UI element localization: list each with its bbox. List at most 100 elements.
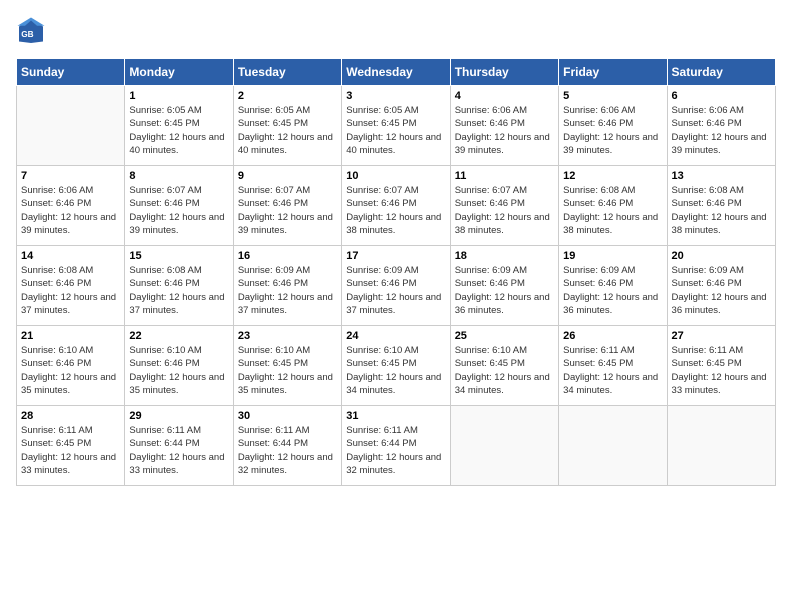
sunset-text: Sunset: 6:46 PM	[672, 197, 771, 210]
calendar-body: 1Sunrise: 6:05 AMSunset: 6:45 PMDaylight…	[17, 86, 776, 486]
sunrise-text: Sunrise: 6:11 AM	[346, 424, 445, 437]
day-info: Sunrise: 6:06 AMSunset: 6:46 PMDaylight:…	[563, 104, 662, 157]
daylight-text: Daylight: 12 hours and 36 minutes.	[455, 291, 554, 318]
day-info: Sunrise: 6:09 AMSunset: 6:46 PMDaylight:…	[238, 264, 337, 317]
daylight-text: Daylight: 12 hours and 38 minutes.	[672, 211, 771, 238]
daylight-text: Daylight: 12 hours and 36 minutes.	[672, 291, 771, 318]
sunset-text: Sunset: 6:44 PM	[129, 437, 228, 450]
calendar-cell: 10 Sunrise: 6:07 AMSunset: 6:46 PMDayligh…	[342, 166, 450, 246]
sunrise-text: Sunrise: 6:07 AM	[129, 184, 228, 197]
calendar-week-2: 7Sunrise: 6:06 AMSunset: 6:46 PMDaylight…	[17, 166, 776, 246]
daylight-text: Daylight: 12 hours and 33 minutes.	[129, 451, 228, 478]
calendar-cell: 29 Sunrise: 6:11 AMSunset: 6:44 PMDayligh…	[125, 406, 233, 486]
day-info: Sunrise: 6:10 AMSunset: 6:45 PMDaylight:…	[346, 344, 445, 397]
sunrise-text: Sunrise: 6:09 AM	[346, 264, 445, 277]
day-info: Sunrise: 6:07 AMSunset: 6:46 PMDaylight:…	[346, 184, 445, 237]
calendar-cell: 12Sunrise: 6:08 AMSunset: 6:46 PMDayligh…	[559, 166, 667, 246]
daylight-text: Daylight: 12 hours and 37 minutes.	[21, 291, 120, 318]
day-info: Sunrise: 6:07 AMSunset: 6:46 PMDaylight:…	[238, 184, 337, 237]
day-info: Sunrise: 6:11 AMSunset: 6:44 PMDaylight:…	[238, 424, 337, 477]
sunset-text: Sunset: 6:45 PM	[21, 437, 120, 450]
calendar-cell: 6 Sunrise: 6:06 AMSunset: 6:46 PMDaylight…	[667, 86, 775, 166]
sunrise-text: Sunrise: 6:10 AM	[455, 344, 554, 357]
calendar-week-4: 21Sunrise: 6:10 AMSunset: 6:46 PMDayligh…	[17, 326, 776, 406]
daylight-text: Daylight: 12 hours and 37 minutes.	[129, 291, 228, 318]
calendar-table: SundayMondayTuesdayWednesdayThursdayFrid…	[16, 58, 776, 486]
day-number: 11	[455, 170, 554, 182]
day-number: 23	[238, 330, 337, 342]
day-number: 29	[129, 410, 228, 422]
sunset-text: Sunset: 6:45 PM	[238, 117, 337, 130]
day-info: Sunrise: 6:09 AMSunset: 6:46 PMDaylight:…	[672, 264, 771, 317]
sunset-text: Sunset: 6:45 PM	[563, 357, 662, 370]
day-number: 18	[455, 250, 554, 262]
weekday-header-saturday: Saturday	[667, 59, 775, 86]
sunset-text: Sunset: 6:46 PM	[129, 197, 228, 210]
day-number: 22	[129, 330, 228, 342]
sunrise-text: Sunrise: 6:08 AM	[129, 264, 228, 277]
calendar-cell: 9Sunrise: 6:07 AMSunset: 6:46 PMDaylight…	[233, 166, 341, 246]
day-number: 8	[129, 170, 228, 182]
sunrise-text: Sunrise: 6:11 AM	[21, 424, 120, 437]
daylight-text: Daylight: 12 hours and 39 minutes.	[455, 131, 554, 158]
calendar-cell: 20Sunrise: 6:09 AMSunset: 6:46 PMDayligh…	[667, 246, 775, 326]
day-number: 27	[672, 330, 771, 342]
sunrise-text: Sunrise: 6:11 AM	[129, 424, 228, 437]
daylight-text: Daylight: 12 hours and 32 minutes.	[238, 451, 337, 478]
sunset-text: Sunset: 6:46 PM	[238, 277, 337, 290]
daylight-text: Daylight: 12 hours and 33 minutes.	[21, 451, 120, 478]
calendar-cell: 5Sunrise: 6:06 AMSunset: 6:46 PMDaylight…	[559, 86, 667, 166]
day-info: Sunrise: 6:10 AMSunset: 6:46 PMDaylight:…	[21, 344, 120, 397]
sunset-text: Sunset: 6:45 PM	[455, 357, 554, 370]
day-info: Sunrise: 6:08 AMSunset: 6:46 PMDaylight:…	[563, 184, 662, 237]
day-number: 15	[129, 250, 228, 262]
calendar-cell: 18 Sunrise: 6:09 AMSunset: 6:46 PMDayligh…	[450, 246, 558, 326]
sunset-text: Sunset: 6:46 PM	[21, 197, 120, 210]
daylight-text: Daylight: 12 hours and 39 minutes.	[21, 211, 120, 238]
sunset-text: Sunset: 6:45 PM	[129, 117, 228, 130]
daylight-text: Daylight: 12 hours and 34 minutes.	[563, 371, 662, 398]
day-info: Sunrise: 6:05 AMSunset: 6:45 PMDaylight:…	[129, 104, 228, 157]
sunset-text: Sunset: 6:44 PM	[238, 437, 337, 450]
sunset-text: Sunset: 6:46 PM	[346, 277, 445, 290]
calendar-cell: 2Sunrise: 6:05 AMSunset: 6:45 PMDaylight…	[233, 86, 341, 166]
sunrise-text: Sunrise: 6:06 AM	[455, 104, 554, 117]
sunset-text: Sunset: 6:46 PM	[455, 197, 554, 210]
day-number: 31	[346, 410, 445, 422]
sunrise-text: Sunrise: 6:10 AM	[21, 344, 120, 357]
calendar-cell: 17Sunrise: 6:09 AMSunset: 6:46 PMDayligh…	[342, 246, 450, 326]
sunrise-text: Sunrise: 6:11 AM	[238, 424, 337, 437]
weekday-header-wednesday: Wednesday	[342, 59, 450, 86]
calendar-week-1: 1Sunrise: 6:05 AMSunset: 6:45 PMDaylight…	[17, 86, 776, 166]
day-info: Sunrise: 6:10 AMSunset: 6:45 PMDaylight:…	[238, 344, 337, 397]
day-info: Sunrise: 6:06 AMSunset: 6:46 PMDaylight:…	[672, 104, 771, 157]
day-info: Sunrise: 6:09 AMSunset: 6:46 PMDaylight:…	[563, 264, 662, 317]
sunset-text: Sunset: 6:46 PM	[346, 197, 445, 210]
daylight-text: Daylight: 12 hours and 36 minutes.	[563, 291, 662, 318]
daylight-text: Daylight: 12 hours and 38 minutes.	[346, 211, 445, 238]
day-info: Sunrise: 6:08 AMSunset: 6:46 PMDaylight:…	[672, 184, 771, 237]
weekday-header-thursday: Thursday	[450, 59, 558, 86]
day-info: Sunrise: 6:11 AMSunset: 6:45 PMDaylight:…	[563, 344, 662, 397]
sunset-text: Sunset: 6:46 PM	[21, 357, 120, 370]
day-number: 2	[238, 90, 337, 102]
calendar-cell: 7Sunrise: 6:06 AMSunset: 6:46 PMDaylight…	[17, 166, 125, 246]
sunset-text: Sunset: 6:44 PM	[346, 437, 445, 450]
day-info: Sunrise: 6:05 AMSunset: 6:45 PMDaylight:…	[346, 104, 445, 157]
day-number: 14	[21, 250, 120, 262]
svg-text:GB: GB	[21, 30, 33, 39]
day-number: 10	[346, 170, 445, 182]
day-info: Sunrise: 6:11 AMSunset: 6:44 PMDaylight:…	[346, 424, 445, 477]
day-number: 26	[563, 330, 662, 342]
sunrise-text: Sunrise: 6:07 AM	[455, 184, 554, 197]
day-info: Sunrise: 6:09 AMSunset: 6:46 PMDaylight:…	[455, 264, 554, 317]
sunset-text: Sunset: 6:46 PM	[238, 197, 337, 210]
calendar-cell	[559, 406, 667, 486]
sunset-text: Sunset: 6:46 PM	[455, 277, 554, 290]
sunset-text: Sunset: 6:46 PM	[672, 117, 771, 130]
day-number: 30	[238, 410, 337, 422]
day-number: 6	[672, 90, 771, 102]
sunrise-text: Sunrise: 6:09 AM	[455, 264, 554, 277]
sunrise-text: Sunrise: 6:06 AM	[672, 104, 771, 117]
calendar-cell	[17, 86, 125, 166]
